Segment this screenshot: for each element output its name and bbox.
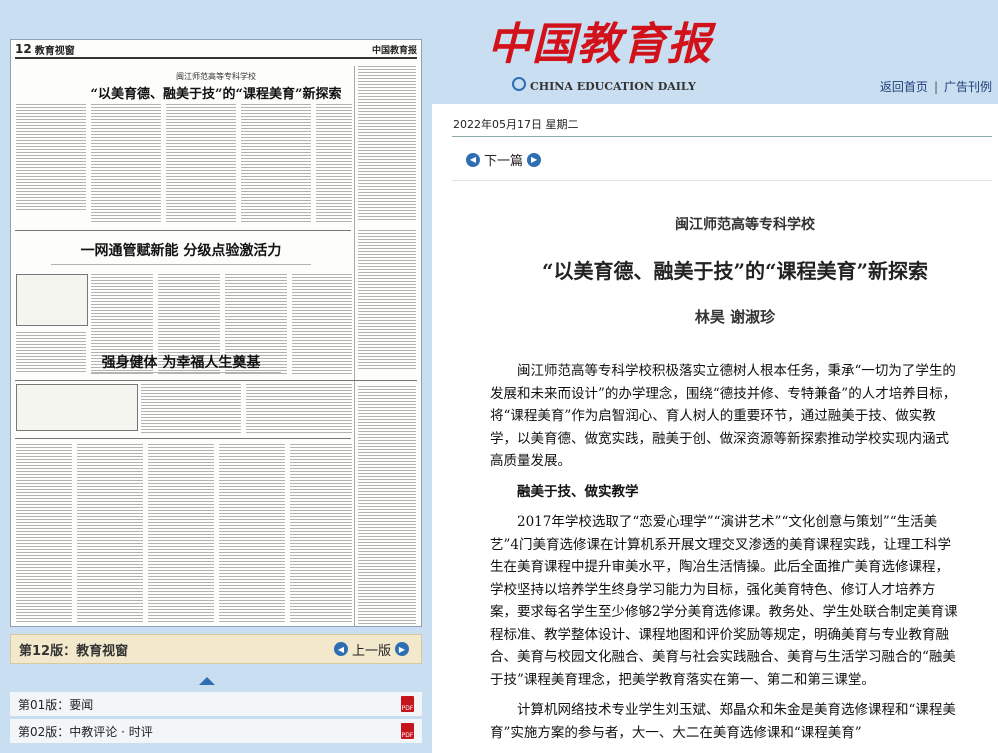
paper-text-block <box>241 104 311 224</box>
site-logo-english: CHINA EDUCATION DAILY <box>530 80 696 93</box>
paper-quote-box <box>16 274 88 326</box>
left-panel: 12 教育视窗 中国教育报 闽江师范高等专科学校 “以美育德、融美于技”的“课程… <box>0 0 432 753</box>
scroll-up-arrow-icon[interactable] <box>199 677 215 685</box>
paper-text-block <box>148 444 214 624</box>
paper-text-block <box>219 444 285 624</box>
paper-header-rule <box>15 57 417 59</box>
paper-text-block <box>91 104 161 224</box>
header-nav: 返回首页 | 广告刊例 <box>879 80 992 94</box>
prev-edition-link[interactable]: ◀ 上一版 ▶ <box>330 640 413 659</box>
paper-text-block <box>166 104 236 224</box>
prev-edition-label: 上一版 <box>351 643 391 659</box>
paper-page-number: 12 <box>15 42 32 56</box>
page-list-label: 第01版：要闻 <box>18 697 94 712</box>
article-paragraph: 闽江师范高等专科学校积极落实立德树人根本任务，秉承“一切为了学生的发展和未来而设… <box>490 363 957 469</box>
paper-headline-2[interactable]: 一网通管赋新能 分级点验激活力 <box>11 240 351 260</box>
paper-text-block <box>16 444 72 624</box>
arrow-left-icon: ◀ <box>333 642 348 656</box>
paper-rule <box>15 230 351 231</box>
paper-rule <box>15 438 351 439</box>
site-header: 中国教育报 CHINA EDUCATION DAILY 返回首页 | 广告刊例 <box>432 0 998 104</box>
paper-text-block <box>77 444 143 624</box>
home-link[interactable]: 返回首页 <box>880 80 928 94</box>
paper-quote-box <box>16 384 138 431</box>
paper-text-block <box>16 104 86 210</box>
article-paragraph: 计算机网络技术专业学生刘玉斌、郑晶众和朱金是美育选修课程和“课程美育”实施方案的… <box>490 702 956 741</box>
article-title: “以美育德、融美于技”的“课程美育”新探索 <box>541 259 928 283</box>
arrow-right-icon: ▶ <box>527 152 542 167</box>
arrow-right-icon: ▶ <box>395 642 409 656</box>
pdf-icon[interactable]: PDF <box>401 696 414 712</box>
paper-column-rule <box>354 66 355 626</box>
paper-subtitle-line <box>91 372 281 375</box>
paper-text-block <box>358 66 416 221</box>
paper-headline-3[interactable]: 强身健体 为幸福人生奠基 <box>11 352 351 372</box>
page-list-item[interactable]: 第02版：中教评论 · 时评 PDF <box>10 719 422 743</box>
article-kicker: 闽江师范高等专科学校 <box>675 217 815 233</box>
pdf-icon[interactable]: PDF <box>401 723 414 739</box>
page-list-label: 第02版：中教评论 · 时评 <box>18 724 153 739</box>
divider <box>452 136 992 137</box>
paper-section: 教育视窗 <box>34 45 75 57</box>
arrow-left-icon: ◀ <box>466 152 480 167</box>
paper-text-block <box>141 384 241 434</box>
paper-header: 12 教育视窗 中国教育报 <box>15 42 417 57</box>
edition-name: 第12版：教育视窗 <box>19 643 129 659</box>
article-body: 闽江师范高等专科学校积极落实立德树人根本任务，秉承“一切为了学生的发展和未来而设… <box>490 360 960 752</box>
next-article-link[interactable]: ◀ 下一篇 ▶ <box>462 150 545 169</box>
paper-text-block <box>358 386 416 624</box>
paper-text-block <box>316 104 352 224</box>
edition-bar: 第12版：教育视窗 ◀ 上一版 ▶ <box>10 634 422 664</box>
paper-text-block <box>358 230 416 370</box>
paper-text-block <box>246 384 352 434</box>
ads-link[interactable]: 广告刊例 <box>944 80 992 94</box>
article-subheading: 融美于技、做实教学 <box>517 483 639 500</box>
paper-subtitle-line <box>51 264 311 267</box>
divider <box>452 180 992 181</box>
paper-text-block <box>290 444 352 624</box>
logo-emblem-icon <box>512 77 526 91</box>
next-article-label: 下一篇 <box>484 154 524 169</box>
article-panel: 中国教育报 CHINA EDUCATION DAILY 返回首页 | 广告刊例 20… <box>432 0 998 753</box>
article-paragraph: 2017年学校选取了“恋爱心理学”“演讲艺术”“文化创意与策划”“生活美艺”4门… <box>490 514 958 688</box>
newspaper-page-thumbnail[interactable]: 12 教育视窗 中国教育报 闽江师范高等专科学校 “以美育德、融美于技”的“课程… <box>10 39 422 627</box>
paper-masthead: 中国教育报 <box>371 45 417 56</box>
issue-date: 2022年05月17日 星期二 <box>453 118 579 131</box>
page-list-item[interactable]: 第01版：要闻 PDF <box>10 692 422 716</box>
article-byline: 林昊 谢淑珍 <box>694 308 776 326</box>
site-logo[interactable]: 中国教育报 <box>487 8 712 72</box>
paper-rule <box>15 380 417 381</box>
